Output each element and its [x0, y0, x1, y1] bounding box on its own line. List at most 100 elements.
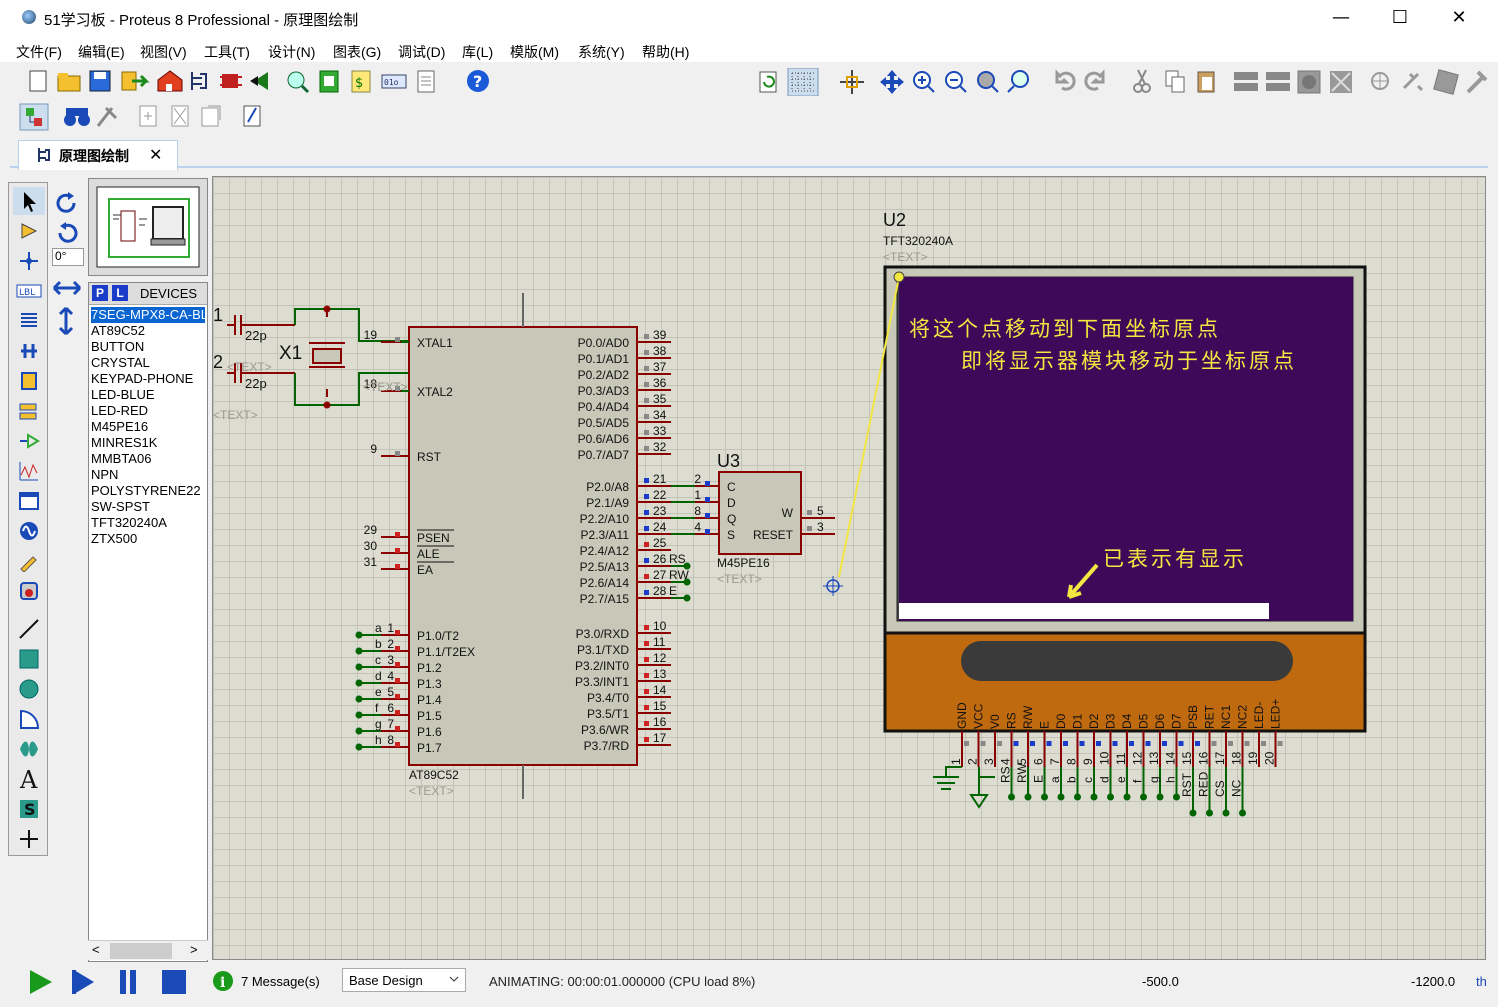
- new-file-icon[interactable]: [29, 70, 47, 92]
- minimize-button[interactable]: —: [1312, 0, 1370, 38]
- gerber-viewer-icon[interactable]: [287, 71, 310, 94]
- menu-debug[interactable]: 调试(D): [398, 42, 445, 62]
- menu-design[interactable]: 设计(N): [268, 42, 315, 62]
- line-tool-icon[interactable]: [13, 615, 45, 643]
- device-item[interactable]: M45PE16: [91, 419, 205, 435]
- mirror-horizontal-icon[interactable]: [52, 278, 82, 298]
- device-item[interactable]: MINRES1K: [91, 435, 205, 451]
- menu-help[interactable]: 帮助(H): [642, 42, 689, 62]
- notes-icon[interactable]: [417, 70, 435, 93]
- scroll-right-icon[interactable]: >: [190, 942, 198, 957]
- cut-icon[interactable]: [1133, 69, 1151, 93]
- menu-edit[interactable]: 编辑(E): [78, 42, 125, 62]
- device-list-scrollbar[interactable]: < >: [88, 940, 208, 960]
- box-tool-icon[interactable]: [13, 645, 45, 673]
- step-icon[interactable]: [72, 970, 94, 994]
- paste-icon[interactable]: [1197, 71, 1215, 93]
- zoom-in-icon[interactable]: [913, 71, 935, 93]
- save-icon[interactable]: [89, 70, 111, 92]
- decompose-icon[interactable]: [1466, 70, 1488, 94]
- device-item[interactable]: SW-SPST: [91, 499, 205, 515]
- mirror-vertical-icon[interactable]: [56, 306, 76, 336]
- bus-icon[interactable]: [13, 337, 45, 365]
- device-item[interactable]: MMBTA06: [91, 451, 205, 467]
- maximize-button[interactable]: ☐: [1371, 0, 1429, 38]
- refresh-icon[interactable]: [759, 71, 777, 93]
- pan-icon[interactable]: [880, 70, 904, 94]
- redo-icon[interactable]: [1084, 69, 1105, 91]
- device-item[interactable]: LED-BLUE: [91, 387, 205, 403]
- open-folder-icon[interactable]: [57, 73, 81, 92]
- 3d-visualizer-icon[interactable]: [250, 72, 268, 90]
- menu-system[interactable]: 系统(Y): [578, 42, 625, 62]
- undo-icon[interactable]: [1055, 69, 1076, 91]
- grid-toggle-icon[interactable]: [787, 68, 819, 96]
- exit-to-parent-icon[interactable]: [201, 105, 221, 127]
- search-tag-icon[interactable]: [64, 108, 90, 126]
- rotate-cw-icon[interactable]: [54, 190, 80, 216]
- help-icon[interactable]: ?: [467, 70, 489, 92]
- pause-icon[interactable]: [120, 970, 136, 994]
- marker-tool-icon[interactable]: [13, 825, 45, 853]
- scroll-thumb[interactable]: [110, 943, 172, 959]
- schematic-icon[interactable]: [191, 72, 207, 90]
- script-editor-icon[interactable]: [243, 105, 261, 127]
- path-tool-icon[interactable]: [13, 735, 45, 763]
- scroll-left-icon[interactable]: <: [92, 942, 100, 957]
- stop-icon[interactable]: [162, 970, 186, 994]
- source-code-icon[interactable]: 01o: [381, 74, 407, 89]
- block-rotate-icon[interactable]: [1297, 70, 1321, 94]
- generator-icon[interactable]: [13, 517, 45, 545]
- tape-recorder-icon[interactable]: [13, 487, 45, 515]
- terminals-icon[interactable]: [13, 397, 45, 425]
- instrument-icon[interactable]: [13, 577, 45, 605]
- block-move-icon[interactable]: [1266, 72, 1290, 91]
- junction-dot-icon[interactable]: [13, 247, 45, 275]
- schematic-canvas[interactable]: 1 22p 2 <TEXT> 22p <TEXT> X1 <TEXT> AT89…: [212, 176, 1486, 960]
- device-item[interactable]: NPN: [91, 467, 205, 483]
- bom-icon[interactable]: $: [351, 70, 371, 93]
- probe-icon[interactable]: [13, 547, 45, 575]
- wire-autorouter-icon[interactable]: [19, 103, 49, 131]
- rotation-angle-field[interactable]: 0°: [52, 248, 84, 266]
- copy-icon[interactable]: [1165, 70, 1185, 93]
- device-item[interactable]: 7SEG-MPX8-CA-BL: [91, 307, 205, 323]
- device-item[interactable]: ZTX500: [91, 531, 205, 547]
- home-icon[interactable]: [157, 70, 183, 92]
- subcircuit-icon[interactable]: [13, 367, 45, 395]
- menu-view[interactable]: 视图(V): [140, 42, 187, 62]
- origin-icon[interactable]: [840, 70, 864, 94]
- menu-library[interactable]: 库(L): [462, 42, 493, 62]
- text-tool-icon[interactable]: A: [13, 765, 45, 793]
- circle-tool-icon[interactable]: [13, 675, 45, 703]
- graph-icon[interactable]: [13, 457, 45, 485]
- menu-template[interactable]: 模版(M): [510, 42, 559, 62]
- package-tool-icon[interactable]: [1433, 69, 1459, 95]
- design-explorer-icon[interactable]: [319, 70, 339, 93]
- menu-graph[interactable]: 图表(G): [333, 42, 381, 62]
- message-info-icon[interactable]: i: [212, 970, 234, 992]
- wire-label-icon[interactable]: LBL: [13, 277, 45, 305]
- play-icon[interactable]: [30, 970, 52, 994]
- remove-sheet-icon[interactable]: [171, 105, 189, 127]
- arc-tool-icon[interactable]: [13, 705, 45, 733]
- device-item[interactable]: CRYSTAL: [91, 355, 205, 371]
- make-device-icon[interactable]: [1402, 72, 1424, 92]
- unit-toggle[interactable]: th: [1476, 974, 1487, 989]
- rotate-ccw-icon[interactable]: [54, 220, 80, 246]
- zoom-out-icon[interactable]: [945, 71, 967, 93]
- pcb-icon[interactable]: [220, 74, 242, 88]
- device-item[interactable]: AT89C52: [91, 323, 205, 339]
- device-pins-icon[interactable]: [13, 427, 45, 455]
- block-copy-icon[interactable]: [1234, 72, 1258, 91]
- zoom-area-icon[interactable]: [1007, 70, 1029, 93]
- component-mode-icon[interactable]: [13, 217, 45, 245]
- device-item[interactable]: POLYSTYRENE22: [91, 483, 205, 499]
- property-assignment-icon[interactable]: [96, 106, 118, 127]
- new-sheet-icon[interactable]: [139, 105, 157, 127]
- symbol-tool-icon[interactable]: S: [13, 795, 45, 823]
- design-select[interactable]: Base Design: [342, 968, 466, 992]
- import-icon[interactable]: [121, 71, 150, 91]
- overview-window[interactable]: [88, 178, 208, 276]
- menu-tools[interactable]: 工具(T): [204, 42, 250, 62]
